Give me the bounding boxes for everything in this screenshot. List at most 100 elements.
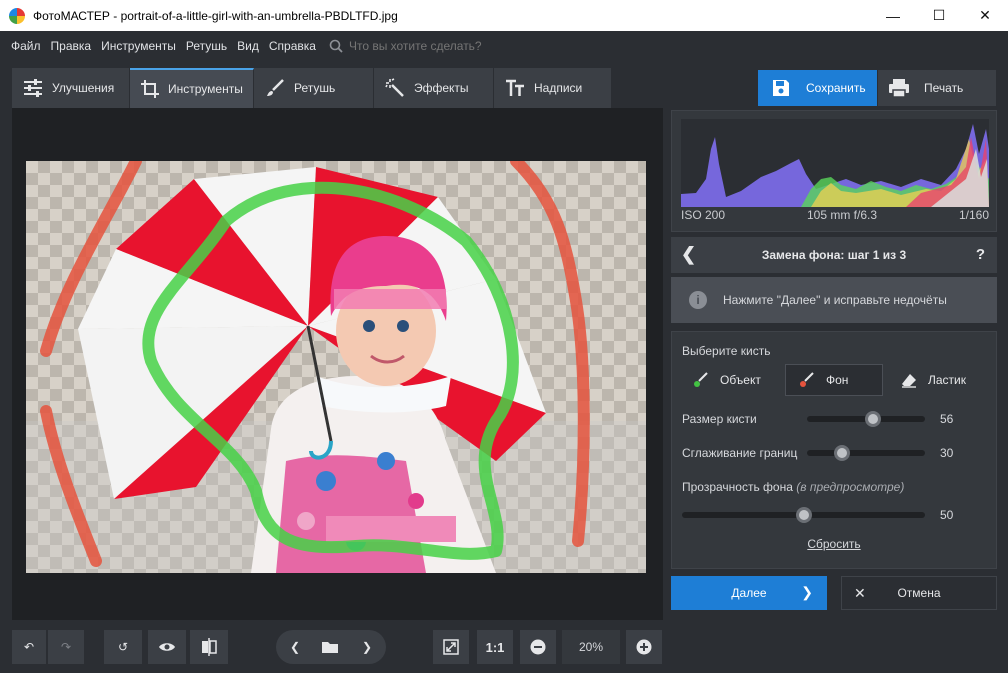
compare-button[interactable] <box>190 630 228 664</box>
brush-panel: Выберите кисть Объект Фон Ластик Размер … <box>671 331 997 569</box>
image-canvas[interactable] <box>12 108 663 620</box>
bottom-toolbar: ↶ ↷ ↺ ❮ ❯ 1:1 20% <box>0 622 668 673</box>
preview-button[interactable] <box>148 630 186 664</box>
brush-size-value: 56 <box>940 412 954 426</box>
slider-knob[interactable] <box>834 445 851 461</box>
menu-search[interactable] <box>329 38 549 53</box>
rotate-button[interactable]: ↺ <box>104 630 142 664</box>
search-icon <box>329 39 343 53</box>
photo-preview[interactable] <box>26 161 646 573</box>
sliders-icon <box>22 77 44 99</box>
tab-label: Эффекты <box>414 81 469 95</box>
zoom-out-button[interactable] <box>520 630 556 664</box>
print-label: Печать <box>924 81 964 95</box>
opacity-label-note: (в предпросмотре) <box>796 480 905 494</box>
step-header: ❮ Замена фона: шаг 1 из 3 ? <box>671 237 997 273</box>
eraser-button[interactable]: Ластик <box>888 364 992 396</box>
info-icon: i <box>689 291 707 309</box>
search-input[interactable] <box>348 38 549 53</box>
opacity-slider[interactable] <box>682 507 925 523</box>
reset-link[interactable]: Сбросить <box>672 537 996 551</box>
redo-icon: ↷ <box>60 640 72 654</box>
cancel-button[interactable]: ✕ Отмена <box>841 576 997 610</box>
printer-icon <box>888 77 910 99</box>
tab-effects[interactable]: Эффекты <box>374 68 494 108</box>
zoom-in-icon <box>636 639 652 655</box>
undo-icon: ↶ <box>23 640 35 654</box>
actual-size-button[interactable]: 1:1 <box>477 630 513 664</box>
brush-background-button[interactable]: Фон <box>785 364 883 396</box>
back-chevron-icon[interactable]: ❮ <box>681 245 696 263</box>
chevron-left-icon: ❮ <box>289 640 301 654</box>
eye-icon <box>159 643 175 651</box>
smoothing-label: Сглаживание границ <box>682 446 798 460</box>
slider-knob[interactable] <box>865 411 882 427</box>
brush-background-icon <box>798 371 816 389</box>
redo-button[interactable]: ↷ <box>48 630 84 664</box>
rotate-icon: ↺ <box>117 640 129 654</box>
zoom-in-button[interactable] <box>626 630 662 664</box>
next-image-button[interactable]: ❯ <box>348 630 386 664</box>
brush-icon <box>264 77 286 99</box>
menu-edit[interactable]: Правка <box>46 39 97 53</box>
brush-size-label: Размер кисти <box>682 412 757 426</box>
brush-object-button[interactable]: Объект <box>680 364 780 396</box>
window-title: ФотоМАСТЕР - portrait-of-a-little-girl-w… <box>33 8 398 23</box>
opacity-label: Прозрачность фона (в предпросмотре) <box>682 480 904 494</box>
brush-size-slider[interactable] <box>807 411 925 427</box>
save-label: Сохранить <box>806 81 866 95</box>
chevron-right-icon: ❯ <box>361 640 373 654</box>
menu-view[interactable]: Вид <box>232 39 264 53</box>
title-bar: ФотоМАСТЕР - portrait-of-a-little-girl-w… <box>0 0 1008 31</box>
minimize-icon[interactable]: — <box>870 0 916 31</box>
app-logo-icon <box>9 7 25 24</box>
close-icon[interactable]: ✕ <box>962 0 1008 31</box>
maximize-icon[interactable]: ☐ <box>916 0 962 31</box>
close-icon: ✕ <box>854 585 866 601</box>
print-button[interactable]: Печать <box>878 70 996 106</box>
magic-wand-icon <box>384 77 406 99</box>
tab-enhance[interactable]: Улучшения <box>12 68 130 108</box>
brush-background-label: Фон <box>826 373 849 387</box>
tab-tools[interactable]: Инструменты <box>130 68 254 108</box>
help-icon[interactable]: ? <box>976 246 985 263</box>
next-label: Далее <box>731 586 767 600</box>
hint-box: i Нажмите "Далее" и исправьте недочёты <box>671 277 997 323</box>
menu-file[interactable]: Файл <box>6 39 46 53</box>
opacity-value: 50 <box>940 508 954 522</box>
menu-retouch[interactable]: Ретушь <box>181 39 232 53</box>
tab-label: Инструменты <box>168 82 243 96</box>
brush-object-icon <box>692 371 710 389</box>
tab-label: Надписи <box>534 81 583 95</box>
smoothing-value: 30 <box>940 446 954 460</box>
menu-tools[interactable]: Инструменты <box>96 39 181 53</box>
crop-icon <box>140 78 160 100</box>
prev-image-button[interactable]: ❮ <box>276 630 314 664</box>
save-button[interactable]: Сохранить <box>758 70 877 106</box>
undo-button[interactable]: ↶ <box>12 630 46 664</box>
zoom-out-icon <box>530 639 546 655</box>
hint-text: Нажмите "Далее" и исправьте недочёты <box>723 293 947 307</box>
next-button[interactable]: Далее ❯ <box>671 576 827 610</box>
tab-text[interactable]: Надписи <box>494 68 612 108</box>
fit-screen-button[interactable] <box>433 630 469 664</box>
compare-icon <box>202 638 217 656</box>
menu-bar: Файл Правка Инструменты Ретушь Вид Справ… <box>0 31 1008 60</box>
histogram-chart <box>681 119 989 207</box>
main-tabs: Улучшения Инструменты Ретушь Эффекты Над… <box>12 68 612 108</box>
slider-knob[interactable] <box>795 507 812 523</box>
chevron-right-icon: ❯ <box>801 584 813 600</box>
menu-help[interactable]: Справка <box>264 39 321 53</box>
open-folder-button[interactable] <box>312 630 348 664</box>
folder-icon <box>322 642 338 653</box>
tab-label: Ретушь <box>294 81 336 95</box>
tab-label: Улучшения <box>52 81 115 95</box>
step-title: Замена фона: шаг 1 из 3 <box>761 248 907 262</box>
floppy-disk-icon <box>770 77 792 99</box>
cancel-label: Отмена <box>897 586 941 600</box>
opacity-label-text: Прозрачность фона <box>682 480 793 494</box>
smoothing-slider[interactable] <box>807 445 925 461</box>
fit-screen-icon <box>443 639 459 655</box>
tab-retouch[interactable]: Ретушь <box>254 68 374 108</box>
zoom-level[interactable]: 20% <box>562 630 620 664</box>
